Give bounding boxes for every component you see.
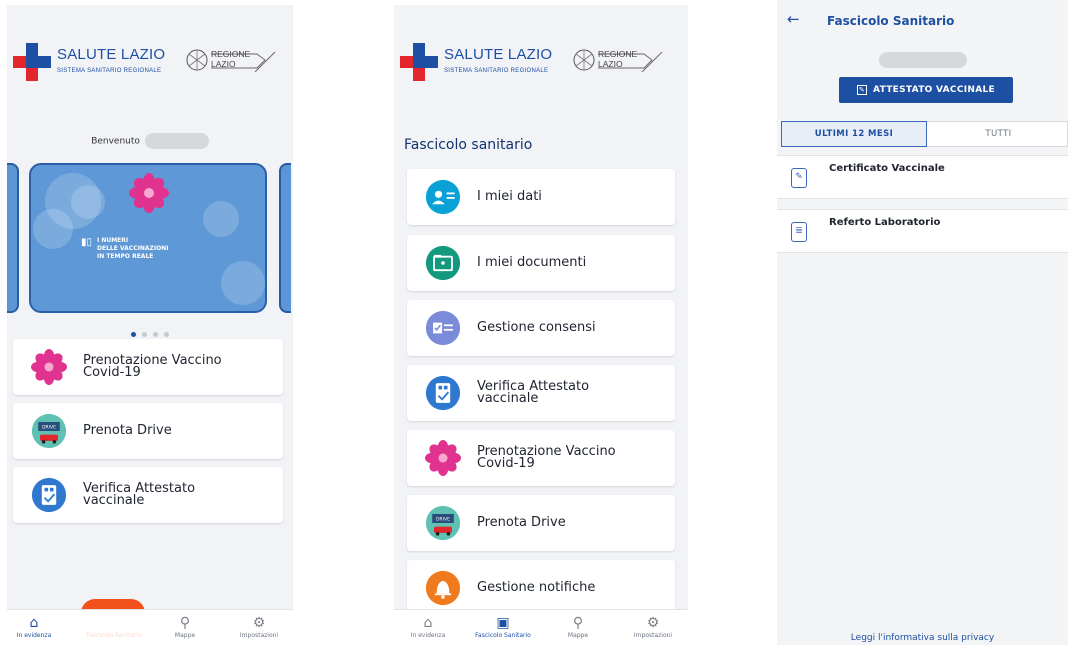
item-label: Verifica Attestato vaccinale [477,379,590,406]
item-label: Prenotazione Vaccino Covid-19 [477,444,616,471]
page-title: Fascicolo Sanitario [827,14,955,28]
card-prenota-drive[interactable]: DRIVE Prenota Drive [13,403,283,459]
vaccine-flower-icon [31,349,67,385]
svg-text:DRIVE: DRIVE [42,424,56,430]
user-name-redacted [144,133,209,149]
vaccination-numbers-banner[interactable]: ▮▯ I NUMERI DELLE VACCINAZIONI IN TEMPO … [29,163,267,313]
item-label: Gestione consensi [477,320,596,335]
doc-certificato-vaccinale[interactable]: ✎ Certificato Vaccinale [777,155,1068,199]
doc-label: Referto Laboratorio [829,217,941,228]
brand-title: SALUTE LAZIO [57,46,166,63]
nav-in-evidenza[interactable]: ⌂ In evidenza [7,614,69,639]
item-verifica-attestato[interactable]: Verifica Attestato vaccinale [407,365,675,421]
salute-lazio-logo: SALUTE LAZIO SISTEMA SANITARIO REGIONALE… [400,43,674,88]
user-name-redacted [879,52,967,68]
region-line2: LAZIO [211,59,236,69]
home-icon: ⌂ [423,615,433,631]
card-verifica-attestato[interactable]: Verifica Attestato vaccinale [13,467,283,523]
user-card-icon [425,179,461,215]
gear-icon: ⚙ [646,615,660,631]
vaccine-flower-icon [425,440,461,476]
bell-icon [425,570,461,606]
brand-subtitle: SISTEMA SANITARIO REGIONALE [444,68,549,74]
regione-lazio-logo: REGIONE LAZIO [572,48,664,74]
item-prenota-drive[interactable]: DRIVE Prenota Drive [407,495,675,551]
attestato-vaccinale-button[interactable]: ✎ ATTESTATO VACCINALE [839,77,1013,103]
nav-fascicolo[interactable]: ▣ Fascicolo Sanitario [468,614,538,639]
cross-logo-icon [13,43,51,81]
consent-icon [425,310,461,346]
cross-logo-icon [400,43,438,81]
nav-mappe[interactable]: ⚲ Mappe [150,614,220,639]
nav-impostazioni[interactable]: ⚙ Impostazioni [224,614,293,639]
nav-impostazioni[interactable]: ⚙ Impostazioni [618,614,688,639]
nav-mappe[interactable]: ⚲ Mappe [543,614,613,639]
regione-lazio-logo: REGIONE LAZIO [185,48,277,74]
chart-bars-icon: ▮▯ [81,237,93,248]
item-miei-dati[interactable]: I miei dati [407,169,675,225]
carousel-next-card[interactable] [279,163,291,313]
vaccine-flower-icon [129,173,169,213]
doc-label: Certificato Vaccinale [829,163,945,174]
qr-check-icon [425,375,461,411]
tab-tutti[interactable]: TUTTI [928,122,1068,146]
nav-fascicolo[interactable]: ▭ Fascicolo Sanitario [79,614,149,639]
welcome-label: Benvenuto [91,136,140,147]
brand-title: SALUTE LAZIO [444,46,553,63]
card-label: Verifica Attestato vaccinale [83,481,196,508]
map-pin-icon: ⚲ [179,615,191,631]
drive-icon: DRIVE [31,413,67,449]
edit-doc-icon: ✎ [791,168,807,188]
carousel-prev-card[interactable] [7,163,19,313]
nav-in-evidenza[interactable]: ⌂ In evidenza [394,614,463,639]
document-check-icon: ≣ [791,222,807,242]
region-line1: REGIONE [211,49,251,59]
qr-check-icon [31,477,67,513]
welcome-text: Benvenuto [7,133,293,149]
bottom-nav: ⌂ In evidenza ▭ Fascicolo Sanitario ⚲ Ma… [7,609,293,645]
item-gestione-consensi[interactable]: Gestione consensi [407,300,675,356]
item-label: Prenota Drive [477,515,566,530]
folder-icon: ▭ [107,615,121,631]
region-line1: REGIONE [598,49,638,59]
bottom-nav: ⌂ In evidenza ▣ Fascicolo Sanitario ⚲ Ma… [394,609,688,645]
item-label: Gestione notifiche [477,580,596,595]
card-prenotazione-vaccino[interactable]: Prenotazione Vaccino Covid-19 [13,339,283,395]
doc-referto-laboratorio[interactable]: ≣ Referto Laboratorio [777,209,1068,253]
map-pin-icon: ⚲ [572,615,584,631]
item-label: I miei dati [477,189,542,204]
item-gestione-notifiche[interactable]: Gestione notifiche [407,560,675,616]
folder-icon [425,245,461,281]
section-title: Fascicolo sanitario [404,137,533,153]
brand-subtitle: SISTEMA SANITARIO REGIONALE [57,68,162,74]
fascicolo-detail-screen: ← Fascicolo Sanitario ✎ ATTESTATO VACCIN… [777,0,1068,645]
card-label: Prenotazione Vaccino Covid-19 [83,353,222,380]
folder-icon: ▣ [496,615,510,631]
edit-doc-icon: ✎ [857,85,867,95]
gear-icon: ⚙ [252,615,266,631]
back-arrow-icon[interactable]: ← [787,10,800,28]
card-label: Prenota Drive [83,423,172,438]
banner-text: I NUMERI DELLE VACCINAZIONI IN TEMPO REA… [97,237,169,260]
svg-text:DRIVE: DRIVE [436,516,450,522]
tab-ultimi-12-mesi[interactable]: ULTIMI 12 MESI [781,121,927,147]
home-screen: SALUTE LAZIO SISTEMA SANITARIO REGIONALE… [7,5,293,645]
period-tabs: ULTIMI 12 MESI TUTTI [781,121,1068,147]
item-miei-documenti[interactable]: I miei documenti [407,235,675,291]
app-bar: ← Fascicolo Sanitario [777,0,1068,42]
item-prenotazione-vaccino[interactable]: Prenotazione Vaccino Covid-19 [407,430,675,486]
salute-lazio-logo: SALUTE LAZIO SISTEMA SANITARIO REGIONALE… [13,43,287,88]
home-icon: ⌂ [29,615,39,631]
privacy-link[interactable]: Leggi l'informativa sulla privacy [777,633,1068,643]
button-label: ATTESTATO VACCINALE [873,85,995,95]
region-line2: LAZIO [598,59,623,69]
fascicolo-screen: SALUTE LAZIO SISTEMA SANITARIO REGIONALE… [394,5,688,645]
drive-icon: DRIVE [425,505,461,541]
item-label: I miei documenti [477,255,587,270]
